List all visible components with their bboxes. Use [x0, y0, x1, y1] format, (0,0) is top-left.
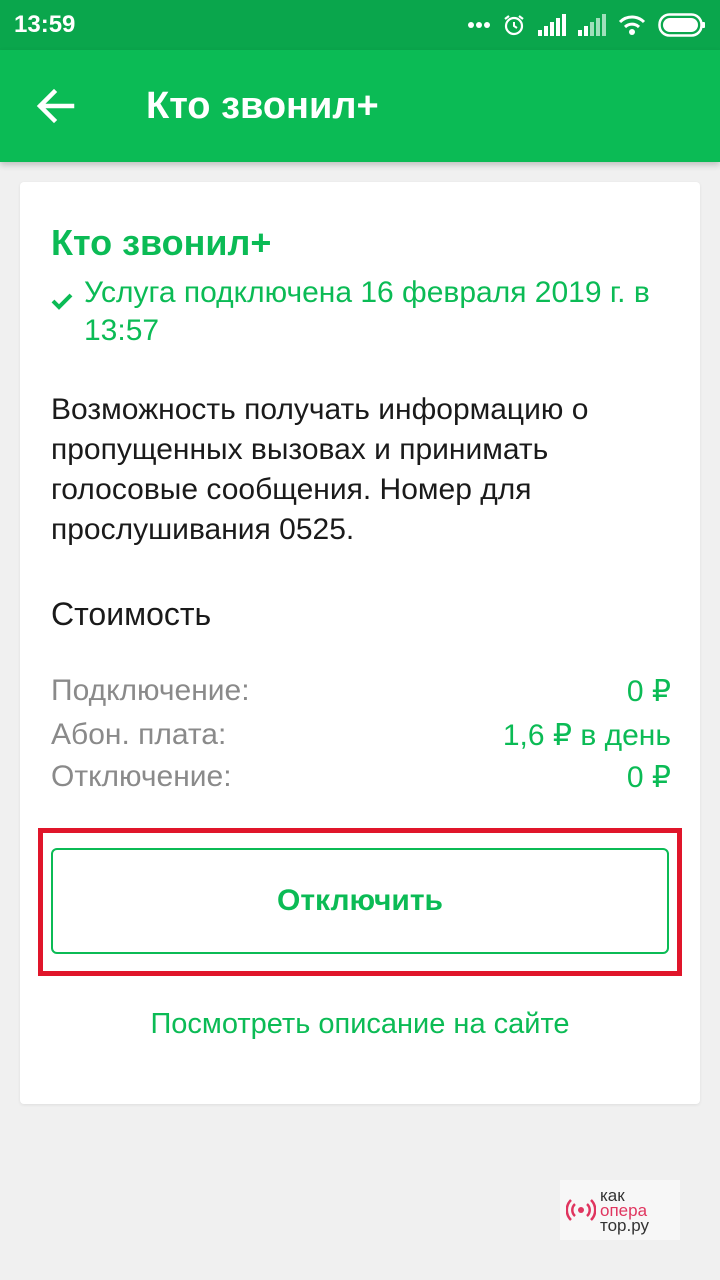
battery-icon [658, 13, 705, 37]
cost-value: 1,6 ₽ в день [502, 718, 671, 752]
cost-value: 0 ₽ [626, 760, 671, 794]
status-time: 13:59 [14, 11, 76, 38]
app-bar: Кто звонил+ [0, 50, 720, 162]
status-icons [468, 13, 706, 37]
signal-weak-icon [578, 14, 606, 36]
cost-label: Отключение: [51, 760, 232, 793]
alarm-icon [504, 15, 524, 36]
watermark-line: тор.ру [600, 1215, 649, 1235]
view-on-site-link[interactable]: Посмотреть описание на сайте [20, 1008, 700, 1041]
signal-waves-icon [566, 1199, 596, 1221]
cost-row-connection: Подключение: 0 ₽ [51, 670, 671, 712]
watermark-text: как опера тор.ру [600, 1187, 649, 1235]
more-dots-icon [468, 22, 490, 28]
wifi-icon [618, 15, 646, 35]
cost-label: Абон. плата: [51, 718, 227, 751]
cost-row-disconnection: Отключение: 0 ₽ [51, 756, 671, 798]
service-title: Кто звонил+ [51, 222, 272, 263]
back-button[interactable] [16, 66, 96, 146]
cost-label: Подключение: [51, 674, 250, 707]
status-bar: 13:59 [0, 0, 720, 50]
watermark-logo: как опера тор.ру [560, 1180, 680, 1240]
service-card: Кто звонил+ Услуга подключена 16 февраля… [20, 182, 700, 1104]
service-description: Возможность получать информацию о пропущ… [51, 393, 589, 546]
cost-value: 0 ₽ [626, 674, 671, 708]
disable-button[interactable]: Отключить [51, 848, 669, 954]
service-status-text: Услуга подключена 16 февраля 2019 г. в 1… [84, 276, 650, 347]
cost-row-subscription: Абон. плата: 1,6 ₽ в день [51, 714, 671, 756]
check-icon [51, 293, 73, 310]
cost-heading: Стоимость [51, 596, 212, 632]
page-title: Кто звонил+ [146, 84, 379, 127]
signal-icon [538, 14, 566, 36]
arrow-back-icon [36, 88, 75, 124]
